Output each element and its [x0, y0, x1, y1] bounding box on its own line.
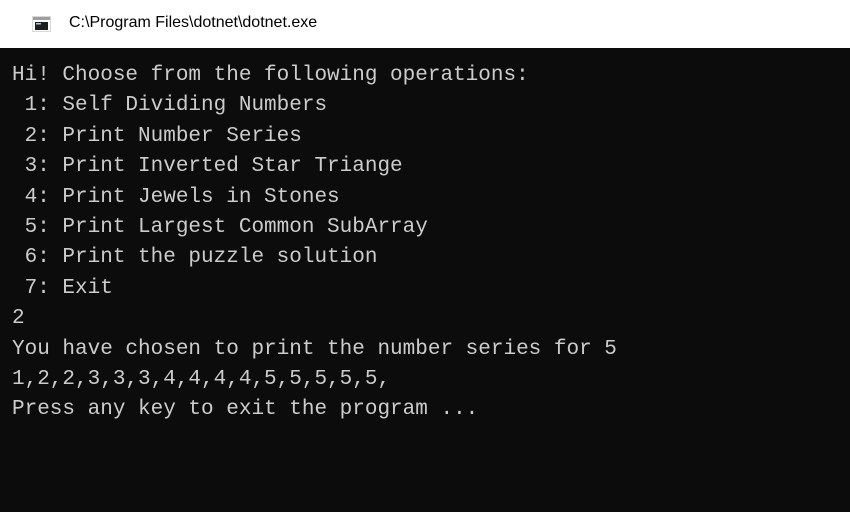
- console-line-series-output: 1,2,2,3,3,3,4,4,4,4,5,5,5,5,5,: [12, 367, 391, 391]
- console-line-user-input: 2: [12, 307, 25, 331]
- console-app-icon: [32, 16, 51, 32]
- console-line-option-2: 2: Print Number Series: [12, 124, 302, 148]
- title-bar[interactable]: C:\Program Files\dotnet\dotnet.exe: [0, 0, 850, 48]
- console-line-option-6: 6: Print the puzzle solution: [12, 246, 378, 270]
- console-line-option-3: 3: Print Inverted Star Triange: [12, 155, 403, 179]
- console-output-area[interactable]: Hi! Choose from the following operations…: [0, 48, 850, 512]
- console-window: C:\Program Files\dotnet\dotnet.exe Hi! C…: [0, 0, 850, 512]
- console-line-option-5: 5: Print Largest Common SubArray: [12, 215, 428, 239]
- console-line-exit-prompt: Press any key to exit the program ...: [12, 398, 479, 422]
- console-line-menu-prompt: Hi! Choose from the following operations…: [12, 64, 529, 87]
- console-lines: Hi! Choose from the following operations…: [12, 61, 617, 426]
- console-line-option-7: 7: Exit: [12, 276, 113, 300]
- window-title: C:\Program Files\dotnet\dotnet.exe: [69, 14, 318, 31]
- console-line-choice-message: You have chosen to print the number seri…: [12, 337, 617, 361]
- console-line-option-4: 4: Print Jewels in Stones: [12, 185, 340, 209]
- console-line-option-1: 1: Self Dividing Numbers: [12, 94, 328, 118]
